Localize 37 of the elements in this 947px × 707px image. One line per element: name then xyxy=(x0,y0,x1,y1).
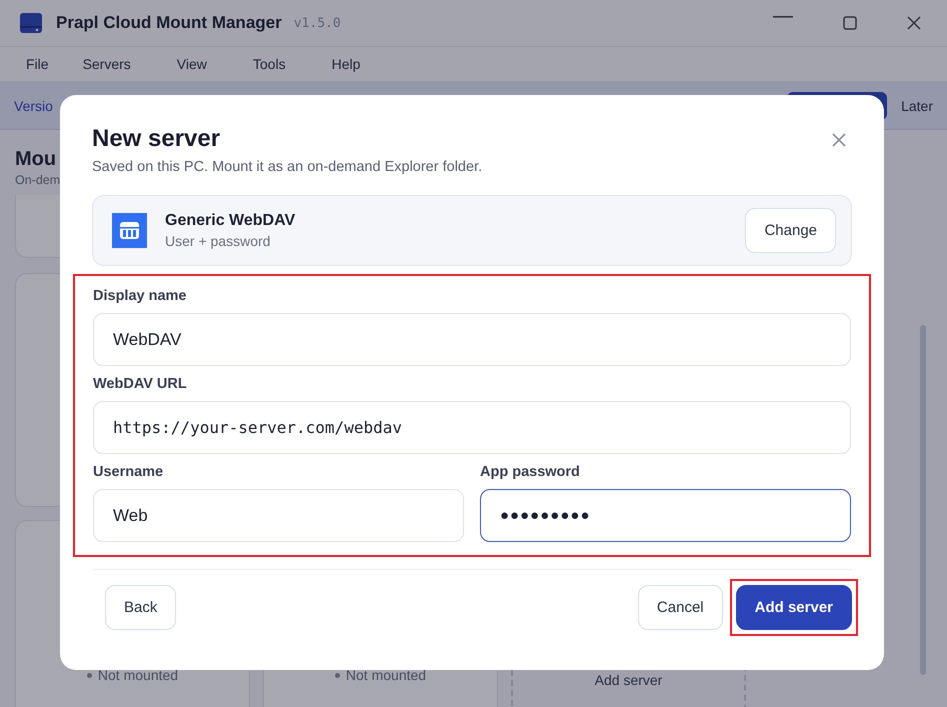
scrollbar[interactable] xyxy=(920,325,926,675)
field-label: WebDAV URL xyxy=(93,376,188,392)
menu-item[interactable]: Help xyxy=(320,56,372,72)
close-icon[interactable] xyxy=(907,16,921,30)
input-field[interactable]: https://your-server.com/webdav xyxy=(93,401,851,454)
menu-item[interactable]: View xyxy=(164,56,219,72)
provider-name: Generic WebDAV xyxy=(165,212,296,230)
version-label: v1.5.0 xyxy=(294,16,341,30)
add-server-label: Add server xyxy=(594,672,662,690)
banner-text: Versio xyxy=(14,98,53,114)
app-title: Prapl Cloud Mount Manager xyxy=(56,13,282,33)
provider-auth: User + password xyxy=(165,233,272,249)
drive-icon xyxy=(18,11,44,35)
change-button[interactable]: Change xyxy=(745,208,836,253)
mount-status: Not mounted xyxy=(334,667,426,683)
page-subtitle: On-dem xyxy=(15,173,60,187)
add-server-button[interactable]: Add server xyxy=(736,585,852,630)
menu-item[interactable]: File xyxy=(14,56,61,72)
field-label: Username xyxy=(93,464,164,480)
dialog-subtitle: Saved on this PC. Mount it as an on-demand Explorer folder. xyxy=(92,159,482,175)
close-icon[interactable] xyxy=(832,133,846,147)
input-field[interactable]: ●●●●●●●●● xyxy=(480,489,851,542)
menu-item[interactable]: Servers xyxy=(70,56,143,72)
minimize-icon[interactable] xyxy=(773,16,793,18)
input-field[interactable]: Web xyxy=(93,489,464,542)
mount-status: Not mounted xyxy=(86,667,178,683)
field-label: App password xyxy=(480,464,581,480)
input-field[interactable]: WebDAV xyxy=(93,313,851,366)
dialog-button[interactable]: Back xyxy=(105,585,176,630)
page-title: Mou xyxy=(15,148,56,171)
server-icon xyxy=(112,213,147,248)
dialog-button[interactable]: Cancel xyxy=(638,585,723,630)
menu-item[interactable]: Tools xyxy=(240,56,298,72)
field-label: Display name xyxy=(93,288,188,304)
later-link[interactable]: Later xyxy=(901,98,933,114)
maximize-icon[interactable] xyxy=(843,16,857,30)
dialog-title: New server xyxy=(92,125,222,153)
